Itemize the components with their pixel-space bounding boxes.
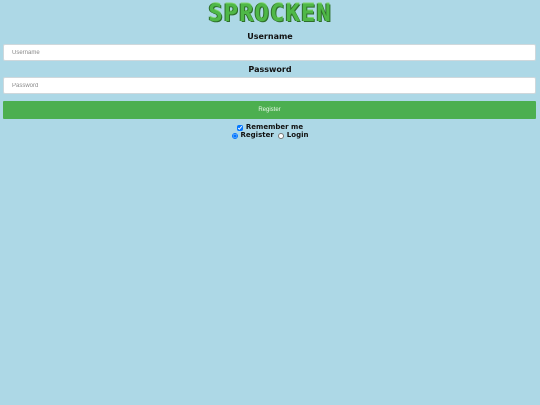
login-option[interactable]: Login <box>277 131 309 140</box>
password-input[interactable] <box>3 77 536 94</box>
username-input[interactable] <box>3 44 536 61</box>
remember-me-checkbox[interactable] <box>236 124 243 131</box>
login-radio[interactable] <box>277 132 284 139</box>
password-label: Password <box>248 65 292 74</box>
login-radio-label: Login <box>286 131 309 139</box>
register-radio-label: Register <box>240 131 274 139</box>
mode-selector: Register Login <box>0 131 540 140</box>
login-page: SPROCKEN Username Password Register Reme… <box>0 0 540 405</box>
username-label: Username <box>247 32 293 41</box>
register-option[interactable]: Register <box>231 131 274 140</box>
sprocken-logo: SPROCKEN <box>208 0 332 27</box>
register-button[interactable]: Register <box>3 101 536 119</box>
register-radio[interactable] <box>231 132 238 139</box>
